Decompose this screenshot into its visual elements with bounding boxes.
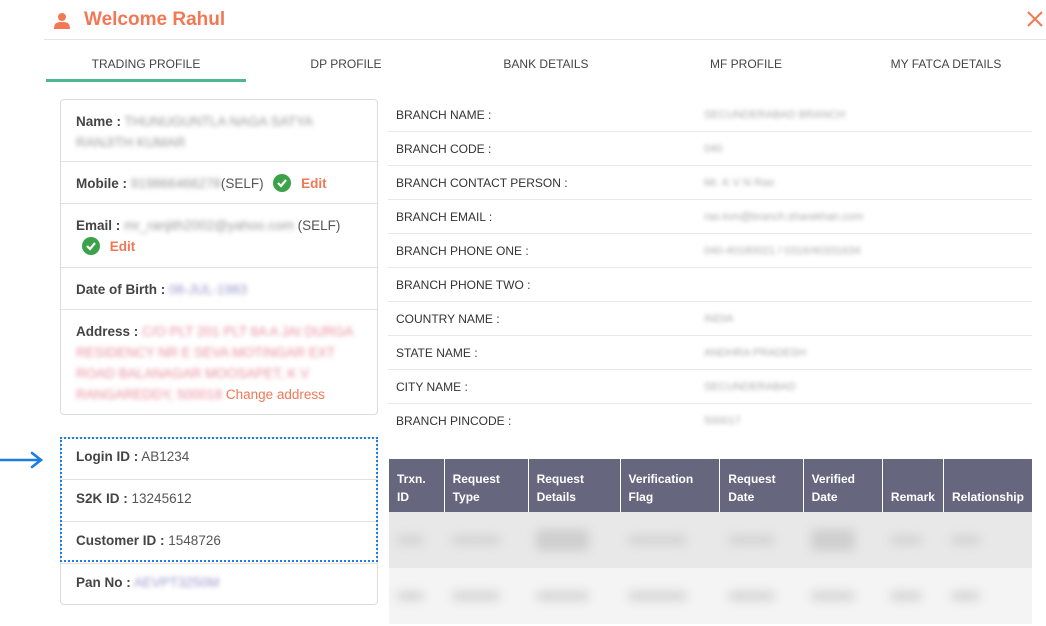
name-row: Name : THUNUGUNTLA NAGA SATYA RANJITH KU… [61, 100, 377, 162]
dob-row: Date of Birth : 06-JUL-1983 [61, 268, 377, 310]
branch-row: BRANCH PHONE TWO : [388, 268, 1032, 302]
branch-label: CITY NAME : [396, 379, 468, 394]
tab-mf-profile[interactable]: MF PROFILE [646, 44, 846, 82]
page-title: Welcome Rahul [84, 9, 226, 30]
branch-value: INDIA [704, 312, 734, 325]
column-header: Remark [882, 459, 944, 512]
branch-row: BRANCH EMAIL : rao.kvn@branch.sharekhan.c… [388, 200, 1032, 234]
dob-label: Date of Birth : [76, 282, 166, 297]
table-cell [719, 512, 804, 568]
branch-label: STATE NAME : [396, 345, 478, 360]
branch-value: SECUNDERABAD [704, 380, 796, 393]
edit-mobile-link[interactable]: Edit [301, 176, 327, 191]
table-cell [528, 568, 621, 624]
pan-value: AEVPT3250M [133, 575, 220, 590]
table-cell [803, 512, 883, 568]
branch-row: BRANCH PHONE ONE : 040-40180021 / 0316/40… [388, 234, 1032, 268]
table-cell [943, 568, 1032, 624]
branch-details: BRANCH NAME : SECUNDERABAD BRANCH BRANCH … [388, 98, 1032, 438]
column-header: Request Details [528, 459, 621, 512]
branch-row: BRANCH CODE : 040 [388, 132, 1032, 166]
table-cell [620, 512, 720, 568]
name-label: Name : [76, 114, 122, 129]
table-cell [389, 512, 445, 568]
verified-check-icon [82, 237, 100, 255]
branch-row: BRANCH PINCODE : 500017 [388, 404, 1032, 438]
modal-header: Welcome Rahul [44, 0, 1046, 40]
column-header: Trxn. ID [389, 459, 445, 512]
mobile-value: 919866466278 [130, 176, 221, 191]
column-header: Request Type [444, 459, 529, 512]
highlight-box [60, 437, 378, 562]
branch-row: BRANCH NAME : SECUNDERABAD BRANCH [388, 98, 1032, 132]
branch-value: 040-40180021 / 0316/40331634 [704, 244, 861, 257]
change-address-link[interactable]: Change address [226, 387, 325, 402]
email-row: Email : mr_ranjith2002@yahoo.com (SELF) … [61, 204, 377, 268]
branch-value: SECUNDERABAD BRANCH [704, 108, 846, 121]
branch-label: COUNTRY NAME : [396, 311, 500, 326]
table-cell [882, 568, 944, 624]
branch-label: BRANCH PHONE TWO : [396, 277, 531, 292]
column-header: Verification Flag [620, 459, 721, 512]
email-value: mr_ranjith2002@yahoo.com [124, 218, 294, 233]
table-cell [528, 512, 621, 568]
table-cell [803, 568, 883, 624]
requests-table: Trxn. ID Request Type Request Details Ve… [389, 459, 1032, 624]
branch-label: BRANCH PINCODE : [396, 414, 512, 428]
address-row: Address : C/O PLT 201 PLT 6A A JAI DURGA… [61, 310, 377, 414]
branch-label: BRANCH CONTACT PERSON : [396, 175, 568, 190]
edit-email-link[interactable]: Edit [110, 239, 136, 254]
branch-label: BRANCH NAME : [396, 107, 492, 122]
table-cell [389, 568, 445, 624]
branch-row: CITY NAME : SECUNDERABAD [388, 370, 1032, 404]
email-label: Email : [76, 218, 121, 233]
tab-my-fatca-details[interactable]: MY FATCA DETAILS [846, 44, 1046, 82]
mobile-suffix: (SELF) [220, 176, 264, 191]
column-header: Request Date [719, 459, 804, 512]
tab-dp-profile[interactable]: DP PROFILE [246, 44, 446, 82]
mobile-label: Mobile : [76, 176, 127, 191]
user-icon [54, 13, 70, 29]
branch-row: COUNTRY NAME : INDIA [388, 302, 1032, 336]
branch-row: BRANCH CONTACT PERSON : Mr. K V N Rao [388, 166, 1032, 200]
branch-label: BRANCH EMAIL : [396, 209, 493, 224]
arrow-right-icon [0, 451, 44, 469]
branch-row: STATE NAME : ANDHRA PRADESH [388, 336, 1032, 370]
table-cell [943, 512, 1032, 568]
mobile-row: Mobile : 919866466278(SELF) Edit [61, 162, 377, 204]
pan-label: Pan No : [76, 575, 131, 590]
branch-value: 500017 [704, 415, 741, 427]
tab-trading-profile[interactable]: TRADING PROFILE [46, 44, 246, 82]
table-header-row: Trxn. ID Request Type Request Details Ve… [389, 459, 1032, 512]
table-cell [719, 568, 804, 624]
branch-value: ANDHRA PRADESH [704, 346, 807, 359]
branch-value: rao.kvn@branch.sharekhan.com [704, 210, 864, 223]
pan-row: Pan No : AEVPT3250M [61, 564, 377, 606]
column-header: Relationship [943, 459, 1032, 512]
profile-tabs: TRADING PROFILE DP PROFILE BANK DETAILS … [46, 44, 1046, 82]
table-row [389, 512, 1032, 568]
table-cell [444, 568, 529, 624]
address-label: Address : [76, 324, 139, 339]
column-header: Verified Date [803, 459, 883, 512]
dob-value: 06-JUL-1983 [169, 282, 248, 297]
branch-value: Mr. K V N Rao [704, 176, 775, 189]
tab-bank-details[interactable]: BANK DETAILS [446, 44, 646, 82]
table-row [389, 568, 1032, 624]
branch-label: BRANCH PHONE ONE : [396, 243, 529, 258]
personal-details-card: Name : THUNUGUNTLA NAGA SATYA RANJITH KU… [60, 99, 378, 415]
email-suffix: (SELF) [293, 218, 341, 233]
close-icon[interactable] [1026, 10, 1044, 28]
branch-label: BRANCH CODE : [396, 141, 492, 156]
table-cell [620, 568, 720, 624]
table-cell [882, 512, 944, 568]
verified-check-icon [273, 174, 292, 192]
table-cell [444, 512, 529, 568]
branch-value: 040 [704, 142, 723, 155]
